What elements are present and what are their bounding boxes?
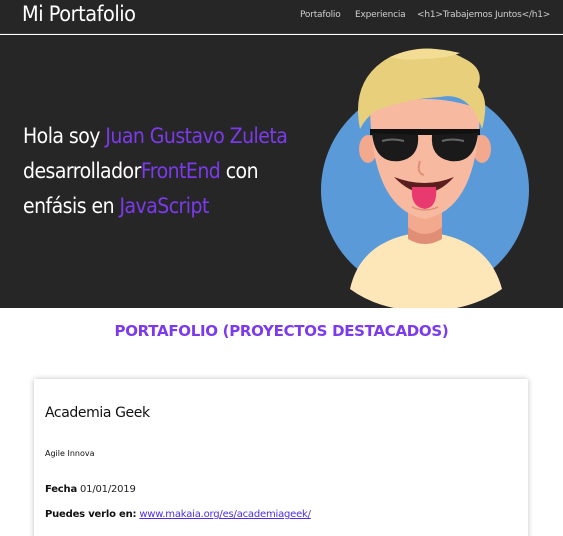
hero-line-1: Hola soy Juan Gustavo Zuleta (23, 119, 288, 154)
hero-line-2: desarrolladorFrontEnd con (23, 154, 271, 189)
section-title: PORTAFOLIO (PROYECTOS DESTACADOS) (114, 322, 449, 340)
navbar: Mi Portafolio Portafolio Experiencia <h1… (0, 0, 563, 34)
nav-link-experiencia[interactable]: Experiencia (355, 10, 406, 20)
nav-link-trabajemos-juntos[interactable]: <h1>Trabajemos Juntos</h1> (417, 10, 550, 20)
hero-name: Juan Gustavo Zuleta (105, 124, 288, 148)
avatar-illustration (321, 48, 529, 308)
project-link[interactable]: www.makaia.org/es/academiageek/ (139, 509, 311, 520)
project-date-label: Fecha (45, 484, 78, 495)
hero-role-suffix: con (220, 159, 259, 183)
project-card: Academia Geek Agile Innova Fecha 01/01/2… (34, 379, 528, 536)
project-title: Academia Geek (45, 405, 150, 421)
project-company: Agile Innova (45, 449, 95, 458)
hero-section: Hola soy Juan Gustavo Zuleta desarrollad… (0, 35, 563, 308)
hero-emphasis-prefix: enfásis en (23, 194, 120, 218)
project-link-label: Puedes verlo en: (45, 509, 137, 520)
project-date-value: 01/01/2019 (80, 484, 136, 495)
hero-role: FrontEnd (140, 159, 221, 183)
hero-headline: Hola soy Juan Gustavo Zuleta desarrollad… (23, 119, 288, 224)
project-date-row: Fecha 01/01/2019 (45, 484, 136, 495)
hero-role-prefix: desarrollador (23, 159, 141, 183)
project-link-row: Puedes verlo en: www.makaia.org/es/acade… (45, 509, 311, 520)
hero-emphasis: JavaScript (119, 194, 209, 218)
hero-line-3: enfásis en JavaScript (23, 189, 271, 224)
hero-greeting: Hola soy (23, 124, 106, 148)
brand-title[interactable]: Mi Portafolio (22, 2, 136, 26)
nav-link-portafolio[interactable]: Portafolio (300, 10, 341, 20)
